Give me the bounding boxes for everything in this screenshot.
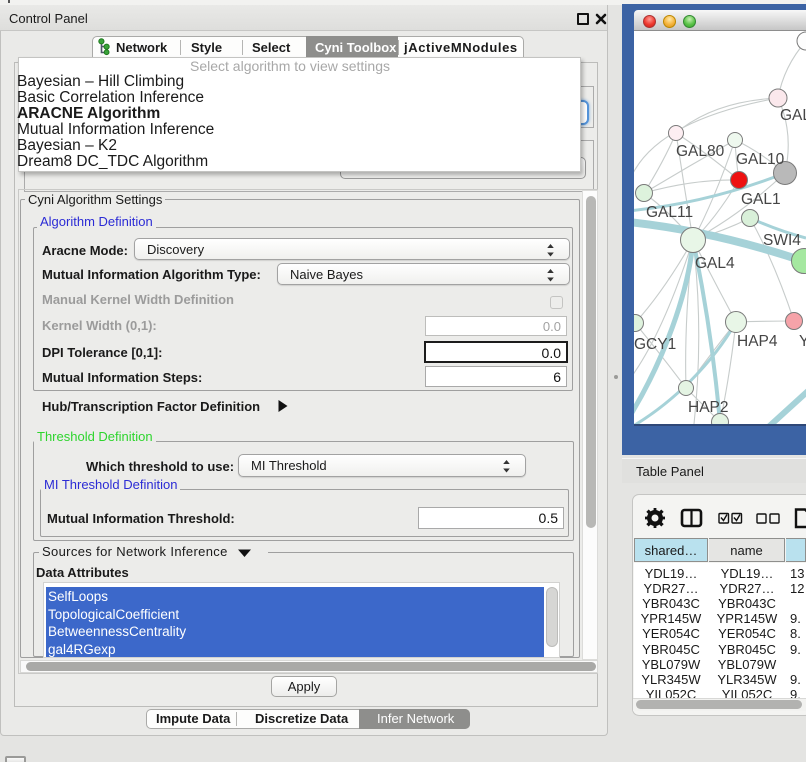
svg-text:GAL4: GAL4	[695, 255, 735, 272]
svg-text:GAL10: GAL10	[736, 151, 785, 168]
svg-text:Y: Y	[799, 333, 806, 350]
svg-text:GAL80: GAL80	[676, 143, 725, 160]
svg-text:GAL: GAL	[780, 107, 806, 124]
svg-text:GAL1: GAL1	[741, 191, 781, 208]
svg-text:HAP2: HAP2	[688, 399, 729, 416]
svg-text:HAP4: HAP4	[737, 333, 778, 350]
svg-text:GAL11: GAL11	[646, 204, 693, 221]
svg-text:GCY1: GCY1	[634, 336, 676, 353]
svg-text:SWI4: SWI4	[763, 232, 801, 249]
